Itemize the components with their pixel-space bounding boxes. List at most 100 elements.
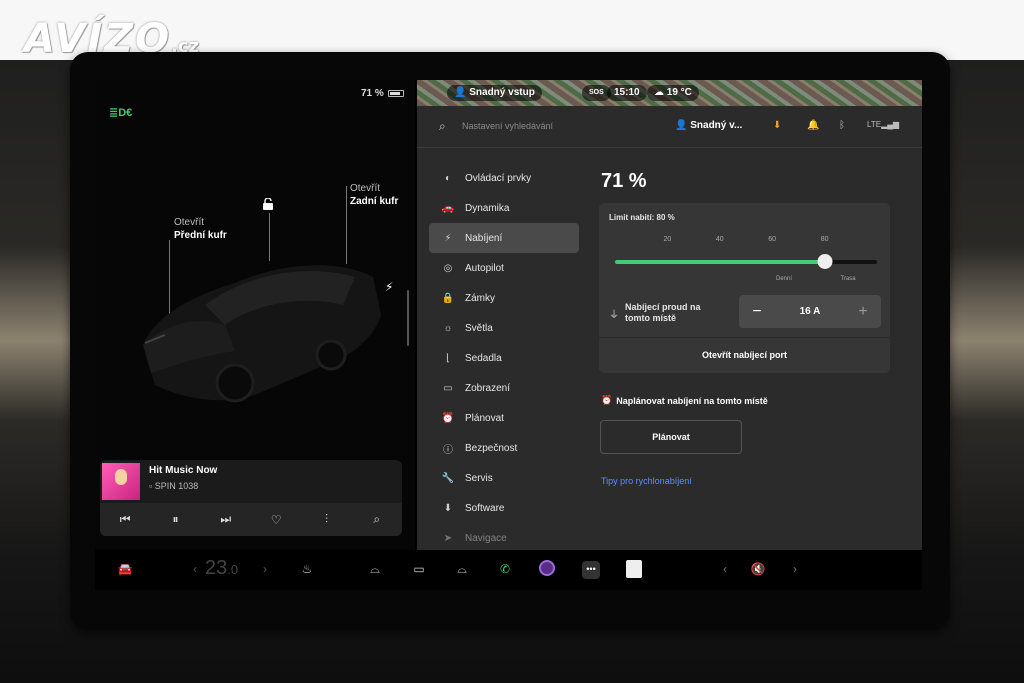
- bluetooth-icon[interactable]: ᛒ: [839, 120, 845, 131]
- decrease-current-button[interactable]: −: [749, 303, 765, 321]
- media-controls: ⏮ ⏸ ⏭ ♡ ⫶ ⌕: [100, 503, 402, 536]
- nav-label: Software: [465, 502, 505, 514]
- nav-label: Navigace: [465, 532, 507, 544]
- car-icon[interactable]: 🚘: [113, 562, 137, 576]
- supercharging-tips-link[interactable]: Tipy pro rychlonabíjení: [601, 476, 692, 486]
- media-source: ▫ SPIN 1038: [149, 481, 199, 491]
- battery-percent: 71 %: [361, 88, 384, 99]
- seat-heater-icon[interactable]: ♨: [295, 562, 319, 576]
- open-charge-port-button[interactable]: Otevřít nabíjecí port: [599, 339, 890, 371]
- charge-limit-label: Limit nabití: 80 %: [609, 213, 675, 222]
- volume-down-chevron-icon[interactable]: ‹: [713, 562, 737, 576]
- settings-search-bar: ⌕ Nastavení vyhledávání 👤 Snadný v... ⬇ …: [417, 106, 922, 148]
- slider-tick-label: 60: [768, 236, 777, 243]
- cabin-temperature[interactable]: 23.0: [205, 557, 238, 580]
- camera-icon[interactable]: [539, 560, 555, 576]
- nav-item-8[interactable]: ⏰ Plánovat: [429, 403, 579, 433]
- media-title: Hit Music Now: [149, 465, 218, 476]
- car-icon: 🚗: [441, 202, 455, 214]
- nav-label: Zámky: [465, 292, 495, 304]
- temp-down-chevron-icon[interactable]: ‹: [183, 562, 207, 576]
- driver-profile-button[interactable]: 👤 Snadný v...: [675, 120, 742, 131]
- nav-item-11[interactable]: ⬇ Software: [429, 493, 579, 523]
- nav-item-12[interactable]: ➤ Navigace: [429, 523, 579, 550]
- equalizer-icon[interactable]: ⫶: [316, 512, 336, 527]
- nav-item-6[interactable]: ⌊ Sedadla: [429, 343, 579, 373]
- front-defrost-icon[interactable]: ⌓: [363, 562, 387, 577]
- navigation-icon: ➤: [443, 532, 453, 544]
- next-track-icon[interactable]: ⏭: [216, 512, 236, 527]
- slider-knob[interactable]: [817, 254, 833, 269]
- media-player[interactable]: Hit Music Now ▫ SPIN 1038 ⏮ ⏸ ⏭ ♡ ⫶ ⌕: [100, 460, 402, 536]
- profile-status[interactable]: 👤 Snadný vstup: [447, 85, 542, 101]
- nav-label: Zobrazení: [465, 382, 511, 394]
- settings-nav: ◐ Ovládací prvky 🚗 Dynamika ⚡ Nabíjení ◎ Autopi…: [429, 163, 579, 550]
- nav-item-2[interactable]: ⚡ Nabíjení: [429, 223, 579, 253]
- nav-item-5[interactable]: ☼ Světla: [429, 313, 579, 343]
- download-icon[interactable]: ⬇: [773, 120, 781, 131]
- media-search-icon[interactable]: ⌕: [367, 512, 387, 527]
- nav-item-9[interactable]: ⓘ Bezpečnost: [429, 433, 579, 463]
- bolt-icon: ⚡: [444, 232, 452, 244]
- search-icon: ⌕: [439, 119, 446, 133]
- download-icon: ⬇: [443, 502, 453, 514]
- charge-port-icon[interactable]: ⚡: [385, 280, 393, 294]
- schedule-heading: ⏰ Naplánovat nabíjení na tomto místě: [601, 395, 768, 406]
- alarm-icon: ⏰: [441, 412, 455, 424]
- nav-item-7[interactable]: ▭ Zobrazení: [429, 373, 579, 403]
- touchscreen: 71 % ≣D€ Otevřít Přední kufr Otevřít Zad…: [95, 80, 922, 550]
- nav-item-10[interactable]: 🔧 Servis: [429, 463, 579, 493]
- nav-item-0[interactable]: ◐ Ovládací prvky: [429, 163, 579, 193]
- front-trunk-action: Otevřít: [174, 217, 205, 228]
- slider-tick-label: 40: [715, 236, 724, 243]
- fan-icon[interactable]: ⌓: [450, 562, 474, 577]
- nav-label: Sedadla: [465, 352, 502, 364]
- slider-tick-label: 20: [663, 236, 672, 243]
- weather-status: ☁ 19 °C: [647, 85, 699, 101]
- rear-defrost-icon[interactable]: ▭: [407, 562, 431, 576]
- bell-icon[interactable]: 🔔: [807, 120, 819, 131]
- nav-label: Dynamika: [465, 202, 510, 214]
- battery-icon: [387, 90, 404, 97]
- seat-icon: ⌊: [446, 352, 450, 364]
- previous-track-icon[interactable]: ⏮: [115, 512, 135, 527]
- headlights-icon: ≣D€: [109, 107, 133, 119]
- mute-icon[interactable]: 🔇: [746, 562, 770, 576]
- clock: 15:10: [607, 85, 647, 101]
- nav-item-3[interactable]: ◎ Autopilot: [429, 253, 579, 283]
- nav-label: Ovládací prvky: [465, 172, 532, 184]
- notes-app-icon[interactable]: [626, 560, 642, 578]
- nav-label: Světla: [465, 322, 493, 334]
- unlock-icon[interactable]: [262, 198, 274, 210]
- front-trunk-name: Přední kufr: [174, 230, 227, 241]
- car-panel-scrollbar[interactable]: [407, 290, 409, 346]
- increase-current-button[interactable]: +: [855, 303, 871, 321]
- schedule-button[interactable]: Plánovat: [600, 420, 742, 454]
- card-divider: [599, 337, 890, 338]
- rear-trunk-button[interactable]: Otevřít Zadní kufr: [350, 182, 398, 208]
- volume-up-chevron-icon[interactable]: ›: [783, 562, 807, 576]
- nav-label: Bezpečnost: [465, 442, 518, 454]
- lte-signal-icon: LTE▂▄▆: [867, 120, 900, 129]
- display-icon: ▭: [443, 382, 453, 394]
- schedule-heading-text: Naplánovat nabíjení na tomto místě: [616, 395, 768, 406]
- more-apps-icon[interactable]: •••: [582, 561, 600, 579]
- phone-icon[interactable]: ✆: [493, 562, 517, 576]
- toggle-icon: ◐: [444, 172, 452, 184]
- charge-limit-slider[interactable]: Denní Trasa 20 40 60 80: [615, 236, 877, 296]
- search-input[interactable]: Nastavení vyhledávání: [462, 121, 553, 131]
- front-trunk-button[interactable]: Otevřít Přední kufr: [174, 216, 227, 242]
- daily-label: Denní: [775, 276, 793, 282]
- nav-label: Servis: [465, 472, 493, 484]
- battery-status: 71 %: [361, 88, 404, 99]
- nav-item-4[interactable]: 🔒 Zámky: [429, 283, 579, 313]
- trip-label: Trasa: [840, 276, 856, 282]
- nav-item-1[interactable]: 🚗 Dynamika: [429, 193, 579, 223]
- temperature-decimal: .0: [227, 562, 239, 577]
- temp-up-chevron-icon[interactable]: ›: [253, 562, 277, 576]
- favorite-heart-icon[interactable]: ♡: [266, 513, 286, 527]
- rear-trunk-action: Otevřít: [350, 183, 381, 194]
- pause-icon[interactable]: ⏸: [165, 512, 185, 527]
- nav-label: Autopilot: [465, 262, 504, 274]
- rear-trunk-name: Zadní kufr: [350, 196, 399, 207]
